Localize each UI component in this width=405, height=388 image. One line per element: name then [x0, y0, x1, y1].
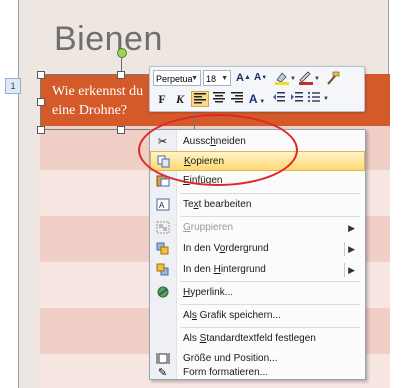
align-left-icon[interactable]: [191, 91, 209, 107]
chevron-down-icon: ▼: [191, 75, 198, 82]
menu-item-set-default-textbox[interactable]: Als Standardtextfeld festlegen: [150, 329, 365, 349]
highlight-icon[interactable]: ▼: [274, 70, 296, 86]
menu-item-size-position-label: Größe und Position...: [183, 353, 278, 364]
svg-text:▼: ▼: [314, 76, 320, 82]
italic-button[interactable]: K: [171, 91, 189, 107]
hyperlink-icon: [155, 286, 170, 300]
menu-item-save-as-picture-label: Als Grafik speichern...: [183, 310, 281, 321]
menu-item-bring-front-label: In den Vordergrund: [183, 243, 269, 254]
font-size-select[interactable]: 18 ▼: [203, 70, 231, 86]
bring-front-icon: [155, 242, 170, 256]
bold-button[interactable]: F: [153, 91, 171, 107]
mini-toolbar: Perpetua ▼ 18 ▼ A▲ A▼ ▼ ▼ F K A ▼ ▼: [149, 66, 365, 112]
resize-handle[interactable]: [117, 71, 125, 79]
rotate-handle[interactable]: [117, 48, 127, 58]
format-painter-icon[interactable]: [324, 70, 342, 86]
font-name-select[interactable]: Perpetua ▼: [153, 70, 201, 86]
menu-separator: [180, 327, 360, 328]
resize-handle[interactable]: [117, 126, 125, 134]
menu-item-send-back[interactable]: In den Hintergrund ▶: [150, 260, 365, 280]
group-icon: [155, 221, 170, 235]
text-color-icon[interactable]: A ▼: [246, 91, 268, 107]
red-annotation-ellipse: [138, 114, 298, 186]
submenu-arrow-icon: ▶: [348, 223, 355, 233]
resize-handle[interactable]: [37, 98, 45, 106]
align-center-icon[interactable]: [210, 91, 228, 107]
format-shape-icon: ✎: [157, 367, 168, 379]
screenshot-frame: Bienen 1 Wie erkennst du eine Drohne? Pe…: [0, 0, 405, 388]
font-size-value: 18: [206, 74, 217, 84]
menu-separator: [180, 281, 360, 282]
text-edit-icon: A: [155, 198, 170, 212]
svg-text:▼: ▼: [290, 76, 296, 82]
menu-separator: [180, 304, 360, 305]
resize-handle[interactable]: [37, 71, 45, 79]
slide-title[interactable]: Bienen: [54, 20, 163, 59]
menu-item-group[interactable]: Gruppieren ▶: [150, 218, 365, 238]
slide-number-badge: 1: [5, 78, 21, 94]
menu-separator: [180, 193, 360, 194]
submenu-arrow-icon: ▶: [348, 244, 355, 254]
resize-handle[interactable]: [37, 126, 45, 134]
decrease-indent-icon[interactable]: [270, 91, 288, 107]
shrink-font-icon[interactable]: A▼: [254, 70, 267, 86]
chevron-down-icon: ▼: [221, 75, 228, 82]
bullets-icon[interactable]: ▼: [306, 91, 330, 107]
align-right-icon[interactable]: [228, 91, 246, 107]
increase-indent-icon[interactable]: [288, 91, 306, 107]
menu-item-format-shape[interactable]: ✎ Form formatieren...: [150, 367, 365, 388]
send-back-icon: [155, 263, 170, 277]
size-position-icon: [155, 352, 170, 366]
menu-item-save-as-picture[interactable]: Als Grafik speichern...: [150, 306, 365, 326]
font-name-value: Perpetua: [156, 74, 193, 84]
menu-item-hyperlink-label: Hyperlink...: [183, 287, 234, 298]
menu-item-edit-text-label: Text bearbeiten: [183, 199, 252, 210]
menu-item-send-back-label: In den Hintergrund: [183, 264, 266, 275]
menu-item-edit-text[interactable]: A Text bearbeiten: [150, 195, 365, 215]
menu-item-set-default-textbox-label: Als Standardtextfeld festlegen: [183, 333, 316, 344]
grow-font-icon[interactable]: A▲: [236, 70, 251, 86]
menu-item-format-shape-label: Form formatieren...: [183, 367, 269, 378]
font-color-icon[interactable]: ▼: [298, 70, 320, 86]
menu-separator: [180, 216, 360, 217]
svg-text:A: A: [159, 201, 165, 210]
menu-item-hyperlink[interactable]: Hyperlink...: [150, 283, 365, 303]
submenu-arrow-icon: ▶: [348, 265, 355, 275]
menu-item-group-label: Gruppieren: [183, 222, 234, 233]
menu-item-bring-front[interactable]: In den Vordergrund ▶: [150, 239, 365, 259]
svg-text:▼: ▼: [323, 96, 329, 102]
